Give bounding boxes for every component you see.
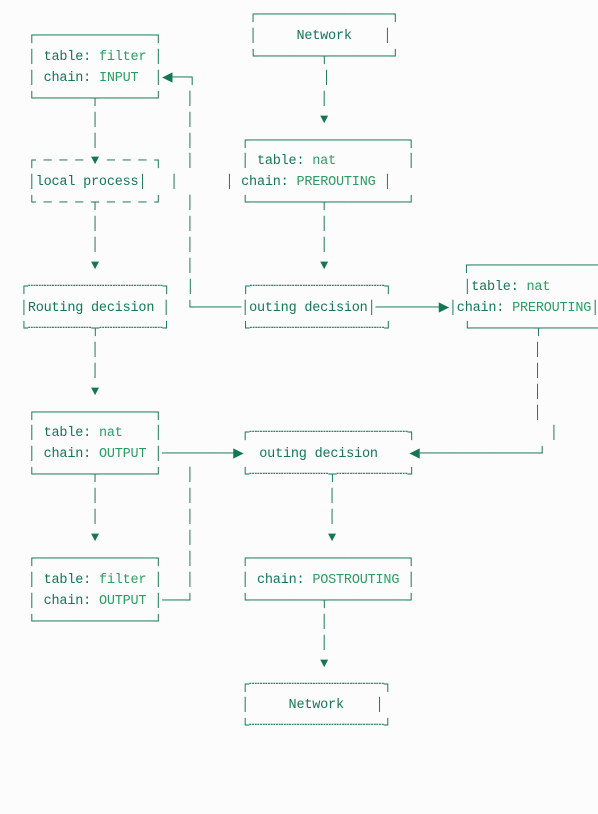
outing-decision-mid: outing decision [259,447,378,462]
local-process: local process [36,175,139,190]
routing-decision-left: Routing decision [28,301,154,316]
network-top: Network [296,29,351,44]
ascii-flow-diagram: ┌─────────────────┐ ┌───────────────┐ │ … [0,0,598,744]
network-bottom: Network [289,698,344,713]
outing-decision-center: outing decision [249,301,368,316]
